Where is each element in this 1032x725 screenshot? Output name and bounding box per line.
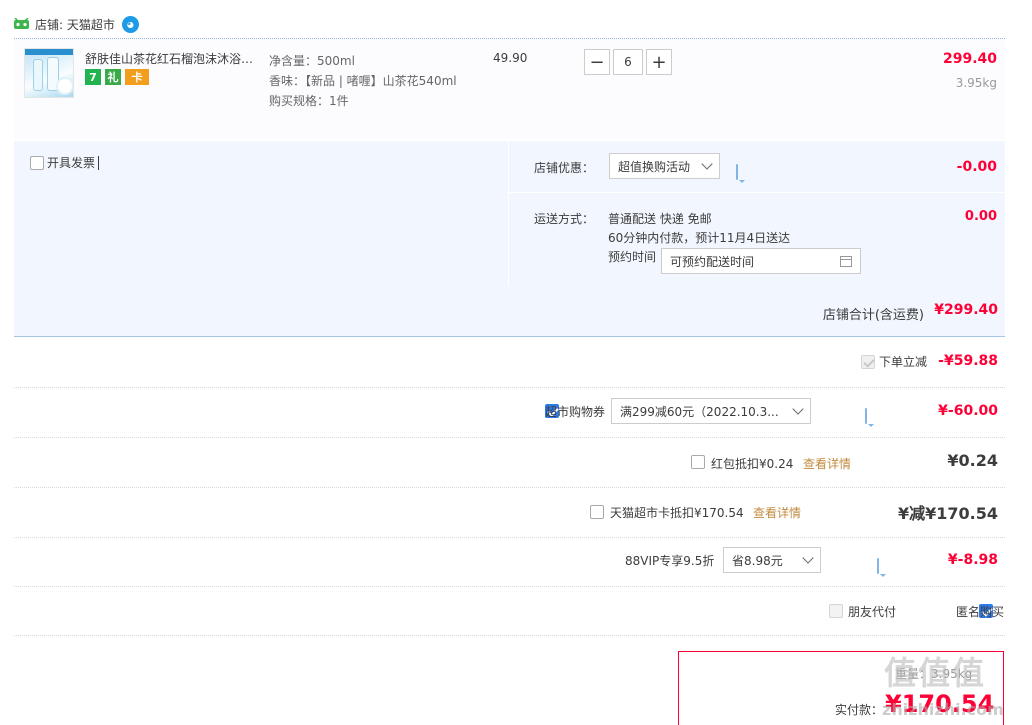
instant-discount-label: 下单立减 [879,355,928,369]
sku-scent: 香味：【新品 | 啫喱】山茶花540ml [269,74,457,88]
shop-name[interactable]: 店铺: 天猫超市 [35,16,115,33]
tmall-card-checkbox[interactable] [590,505,604,519]
shop-total-value: ¥299.40 [934,302,998,318]
chevron-down-icon [802,552,814,564]
watermark-logo: 值值值 [884,654,987,692]
red-packet-label: 红包抵扣¥0.24 [711,457,794,471]
item-total-price: 299.40 [942,51,997,67]
shop-discount-select[interactable]: 超值换购活动 [609,153,720,179]
red-packet-value: ¥0.24 [947,451,998,470]
tmall-card-details-link[interactable]: 查看详情 [753,504,801,521]
vip-label: 88VIP专享9.5折 [625,554,715,568]
credit-card-icon[interactable]: 卡 [125,69,149,85]
sku-info: 净含量：500ml 香味：【新品 | 啫喱】山茶花540ml 购买规格：1件 [269,51,459,111]
service-badges: 7 礼 卡 [85,69,149,85]
chevron-down-icon [792,403,804,415]
shop-discount-value: -0.00 [956,159,997,175]
item-weight: 3.95kg [955,76,997,90]
shipping-method: 普通配送 快递 免邮 [608,212,712,226]
sku-spec: 购买规格：1件 [269,94,349,108]
reserve-time-input[interactable]: 可预约配送时间 [661,248,861,274]
coupon-select[interactable]: 满299减60元（2022.10.3... [611,398,811,424]
invoice-option[interactable]: 开具发票 [30,154,100,171]
tmall-card-label: 天猫超市卡抵扣¥170.54 [610,506,744,520]
tmall-card-value: ¥减¥170.54 [897,504,998,523]
shop-header: 店铺: 天猫超市 ◕ [14,14,139,34]
gift-icon[interactable]: 礼 [105,69,121,85]
invoice-checkbox[interactable] [30,155,44,170]
decrease-button[interactable]: − [584,49,610,75]
text-caret [98,155,100,170]
shipping-eta: 60分钟内付款，预计11月4日送达 [608,231,791,245]
instant-discount-value: -¥59.88 [938,353,998,369]
shop-discount-label: 店铺优惠： [534,161,595,175]
coupon-label: 超市购物券 [545,405,606,419]
coupon-value: ¥-60.00 [938,403,998,419]
wangwang-chat-icon[interactable]: ◕ [121,15,139,33]
invoice-label: 开具发票 [47,156,96,170]
quantity-input[interactable]: 6 [613,49,643,75]
increase-button[interactable]: + [646,49,672,75]
message-icon[interactable] [736,164,738,180]
red-packet-details-link[interactable]: 查看详情 [803,455,851,472]
anonymous-label: 匿名购买 [956,605,1005,619]
product-thumbnail[interactable] [24,48,74,98]
red-packet-checkbox[interactable] [691,455,705,469]
tmall-shop-icon [14,18,29,29]
product-title[interactable]: 舒肤佳山茶花红石榴泡沫沐浴露... [85,50,263,67]
shipping-value: 0.00 [964,209,997,224]
final-label: 实付款： [835,703,884,717]
shop-total-label: 店铺合计(含运费) [822,308,924,323]
chevron-down-icon [701,158,713,170]
quantity-stepper: − 6 + [584,49,672,75]
message-icon[interactable] [864,408,867,424]
seven-day-return-icon[interactable]: 7 [85,69,101,85]
message-icon[interactable] [876,558,879,574]
sku-volume: 净含量：500ml [269,54,355,68]
calendar-icon[interactable] [840,255,852,267]
vip-value: ¥-8.98 [947,552,998,568]
shipping-label: 运送方式： [534,212,595,226]
unit-price: 49.90 [493,51,528,65]
friend-pay-checkbox [829,604,843,618]
friend-pay-label: 朋友代付 [848,605,897,619]
watermark-site: zhizhizhi.com [882,700,1004,719]
vip-select[interactable]: 省8.98元 [723,547,821,573]
instant-discount-checkbox [861,355,875,369]
